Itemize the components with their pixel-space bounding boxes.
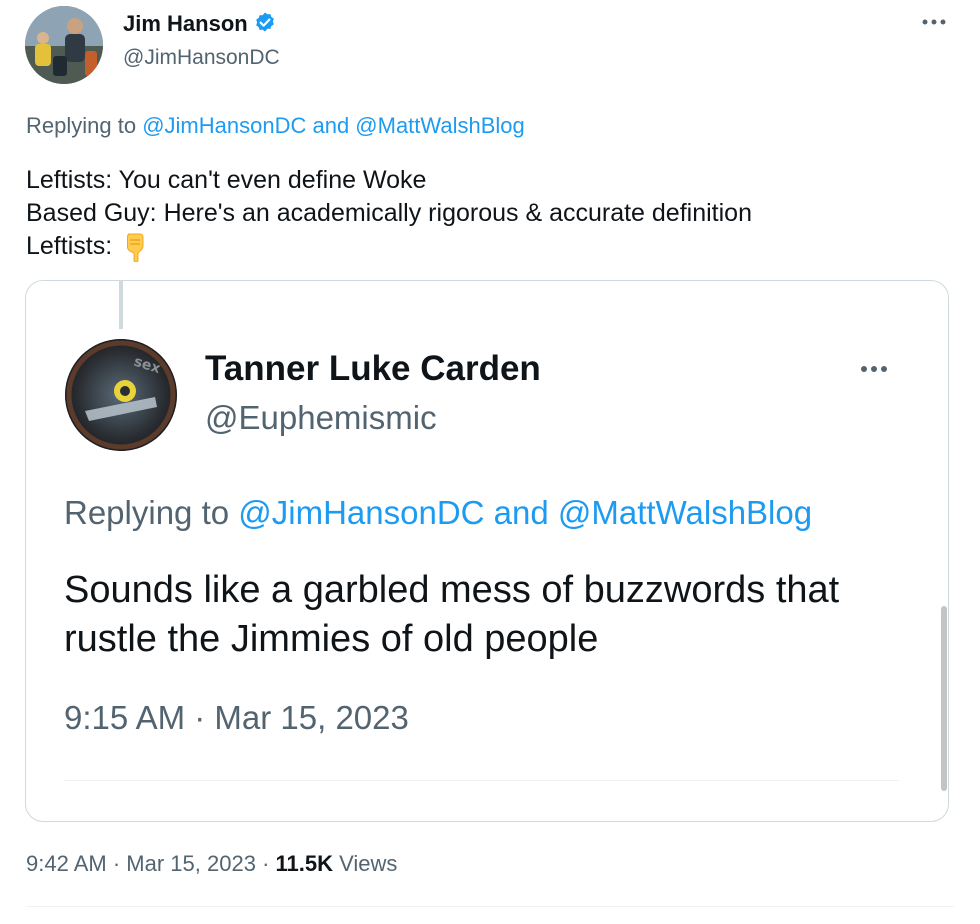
tweet-text: Leftists: You can't even define Woke Bas… <box>26 164 752 271</box>
author-name[interactable]: Jim Hanson <box>123 11 277 37</box>
quoted-author-avatar[interactable]: sex <box>65 339 177 451</box>
views-link[interactable]: 11.5K Views <box>276 851 398 876</box>
author-avatar[interactable] <box>25 6 103 84</box>
more-options-icon[interactable] <box>916 10 952 34</box>
replying-mentions-link[interactable]: @JimHansonDC and @MattWalshBlog <box>142 113 525 138</box>
quoted-divider <box>64 780 899 781</box>
meta-separator-1: · <box>112 851 121 876</box>
quoted-replying-to: Replying to @JimHansonDC and @MattWalshB… <box>64 494 812 532</box>
thread-line <box>119 281 123 329</box>
views-count: 11.5K <box>275 851 334 876</box>
quoted-tweet-card[interactable]: sex Tanner Luke Carden @Euphemismic Repl… <box>25 280 949 822</box>
tweet-line-3: Leftists: <box>26 230 752 271</box>
quoted-tweet-text: Sounds like a garbled mess of buzzwords … <box>64 569 840 660</box>
tweet-line-1: Leftists: You can't even define Woke <box>26 166 427 194</box>
meta-separator-2: · <box>262 851 270 876</box>
tweet-line-2: Based Guy: Here's an academically rigoro… <box>26 199 752 227</box>
tweet-time: 9:42 AM <box>26 851 107 876</box>
verified-badge-icon <box>253 11 277 35</box>
quoted-author-handle[interactable]: @Euphemismic <box>205 399 437 437</box>
replying-prefix: Replying to <box>26 113 137 138</box>
quoted-replying-prefix: Replying to <box>64 494 230 531</box>
tweet-line-3-text: Leftists: <box>26 232 113 260</box>
author-handle[interactable]: @JimHansonDC <box>123 46 280 70</box>
tweet-metadata: 9:42 AM · Mar 15, 2023 · 11.5K Views <box>26 851 397 877</box>
quoted-replying-mentions-link[interactable]: @JimHansonDC and @MattWalshBlog <box>238 494 812 531</box>
replying-to: Replying to @JimHansonDC and @MattWalshB… <box>26 113 525 139</box>
tweet-date: Mar 15, 2023 <box>126 851 256 876</box>
quoted-timestamp[interactable]: 9:15 AM · Mar 15, 2023 <box>64 699 409 737</box>
author-display-name: Jim Hanson <box>123 11 248 36</box>
views-label: Views <box>339 851 398 876</box>
avatar-photo <box>25 6 103 84</box>
quoted-avatar-image: sex <box>65 339 177 451</box>
quoted-more-options-icon[interactable] <box>852 355 896 383</box>
bottom-divider <box>26 906 954 907</box>
tweet-time-link[interactable]: 9:42 AM · Mar 15, 2023 <box>26 851 256 876</box>
scrollbar-thumb[interactable] <box>941 606 947 791</box>
pointing-down-emoji-icon <box>122 232 148 271</box>
quoted-author-name[interactable]: Tanner Luke Carden <box>205 349 541 389</box>
